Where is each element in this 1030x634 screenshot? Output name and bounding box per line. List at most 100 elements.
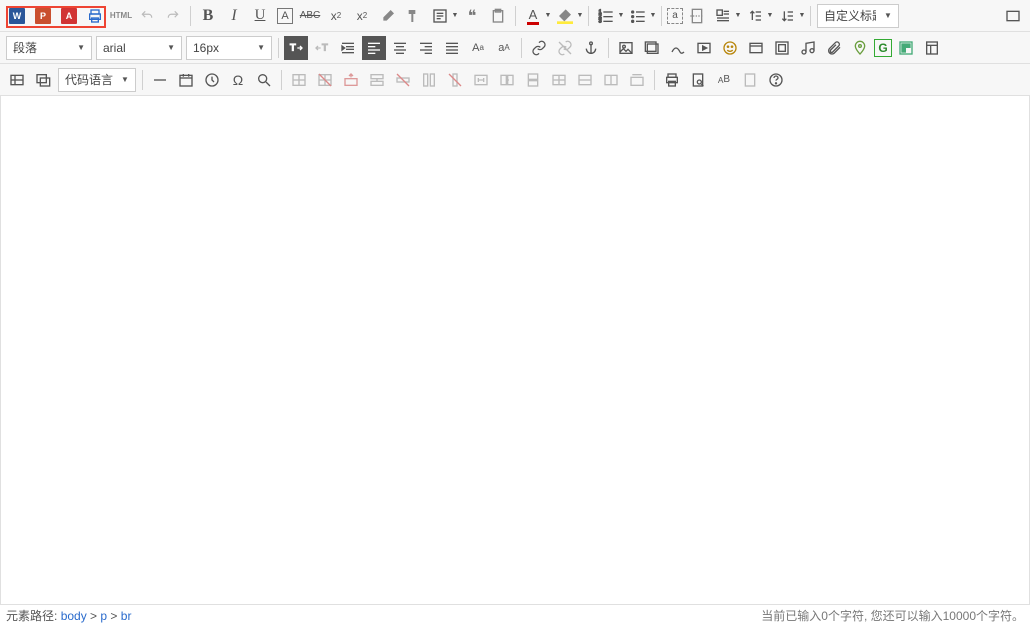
delete-caption-button[interactable] — [625, 68, 649, 92]
date-button[interactable] — [174, 68, 198, 92]
image-float-dropdown[interactable]: ▼ — [734, 12, 742, 19]
italic-button[interactable]: I — [222, 4, 246, 28]
autotypeset-button[interactable] — [428, 4, 452, 28]
insert-frame-button[interactable] — [770, 36, 794, 60]
unordered-list-dropdown[interactable]: ▼ — [649, 12, 657, 19]
to-lowercase-button[interactable]: aA — [492, 36, 516, 60]
undo-button[interactable] — [135, 4, 159, 28]
anchor-button[interactable]: a — [667, 8, 683, 24]
spechars-button[interactable]: Ω — [226, 68, 250, 92]
formatmatch-button[interactable] — [402, 4, 426, 28]
insert-table-button[interactable] — [287, 68, 311, 92]
select-all-button[interactable]: AB — [712, 68, 736, 92]
horizontal-rule-button[interactable] — [148, 68, 172, 92]
row-spacing-top-button[interactable] — [743, 4, 767, 28]
delete-table-button[interactable] — [313, 68, 337, 92]
link-button[interactable] — [527, 36, 551, 60]
forecolor-button[interactable]: A — [521, 4, 545, 28]
separator — [281, 70, 282, 90]
row-spacing-bottom-button[interactable] — [775, 4, 799, 28]
backcolor-dropdown[interactable]: ▼ — [576, 12, 584, 19]
backcolor-button[interactable] — [553, 4, 577, 28]
gmap-button[interactable]: G — [874, 39, 892, 57]
subscript-button[interactable]: x2 — [350, 4, 374, 28]
merge-down-button[interactable] — [521, 68, 545, 92]
source-html-button[interactable]: HTML — [109, 4, 133, 28]
superscript-button[interactable]: x2 — [324, 4, 348, 28]
map-button[interactable] — [848, 36, 872, 60]
separator — [608, 38, 609, 58]
attachment-button[interactable] — [822, 36, 846, 60]
anchor-link-button[interactable] — [579, 36, 603, 60]
insert-code-button[interactable] — [744, 36, 768, 60]
direction-rtl-button[interactable]: T — [310, 36, 334, 60]
drafts-button[interactable] — [738, 68, 762, 92]
autotypeset-dropdown[interactable]: ▼ — [451, 12, 459, 19]
eraser-button[interactable] — [376, 4, 400, 28]
indent-button[interactable] — [336, 36, 360, 60]
scrawl-button[interactable] — [666, 36, 690, 60]
align-justify-button[interactable] — [440, 36, 464, 60]
underline-button[interactable]: U — [248, 4, 272, 28]
strikethrough-button[interactable]: ABC — [298, 4, 322, 28]
template-button[interactable] — [920, 36, 944, 60]
svg-text:T: T — [290, 42, 296, 52]
pagebreak-button[interactable] — [685, 4, 709, 28]
snapscreen-button[interactable] — [5, 68, 29, 92]
forecolor-dropdown[interactable]: ▼ — [544, 12, 552, 19]
print-icon-button[interactable] — [660, 68, 684, 92]
split-rows-button[interactable] — [573, 68, 597, 92]
path-body-link[interactable]: body — [61, 609, 87, 623]
ordered-list-dropdown[interactable]: ▼ — [617, 12, 625, 19]
align-left-button[interactable] — [362, 36, 386, 60]
unlink-button[interactable] — [553, 36, 577, 60]
import-ppt-button[interactable]: P — [31, 4, 55, 28]
searchreplace-button[interactable] — [252, 68, 276, 92]
bold-button[interactable]: B — [196, 4, 220, 28]
import-pdf-button[interactable]: A — [57, 4, 81, 28]
merge-cells-button[interactable] — [469, 68, 493, 92]
redo-button[interactable] — [161, 4, 185, 28]
paragraph-select[interactable]: 段落▼ — [6, 36, 92, 60]
pasteplain-button[interactable] — [486, 4, 510, 28]
insert-paragraph-before-button[interactable] — [339, 68, 363, 92]
align-center-button[interactable] — [388, 36, 412, 60]
music-button[interactable] — [796, 36, 820, 60]
direction-ltr-button[interactable]: T — [284, 36, 308, 60]
custom-title-select[interactable]: 自定义标题▼ — [817, 4, 899, 28]
insert-col-button[interactable] — [417, 68, 441, 92]
delete-col-button[interactable] — [443, 68, 467, 92]
row-spacing-top-dropdown[interactable]: ▼ — [766, 12, 774, 19]
delete-row-button[interactable] — [391, 68, 415, 92]
code-language-select[interactable]: 代码语言▼ — [58, 68, 136, 92]
toolbar-row-1: W P A HTML B I U A ABC x2 x2 ▼ ❝ A ▼ ▼ — [0, 0, 1030, 32]
blockquote-button[interactable]: ❝ — [460, 4, 484, 28]
editor-content-area[interactable] — [0, 96, 1030, 604]
time-button[interactable] — [200, 68, 224, 92]
ordered-list-button[interactable]: 123 — [594, 4, 618, 28]
print-button[interactable] — [83, 4, 107, 28]
emotion-button[interactable] — [718, 36, 742, 60]
webapp-button[interactable] — [894, 36, 918, 60]
split-cols-button[interactable] — [599, 68, 623, 92]
align-right-button[interactable] — [414, 36, 438, 60]
split-cells-button[interactable] — [547, 68, 571, 92]
insert-row-button[interactable] — [365, 68, 389, 92]
row-spacing-bottom-dropdown[interactable]: ▼ — [798, 12, 806, 19]
fontborder-button[interactable]: A — [277, 8, 293, 24]
preview-button[interactable] — [686, 68, 710, 92]
image-float-button[interactable] — [711, 4, 735, 28]
help-button[interactable] — [764, 68, 788, 92]
font-size-select[interactable]: 16px▼ — [186, 36, 272, 60]
insert-video-button[interactable] — [692, 36, 716, 60]
wordimage-button[interactable] — [31, 68, 55, 92]
import-word-button[interactable]: W — [5, 4, 29, 28]
fullscreen-button[interactable] — [1001, 4, 1025, 28]
insert-image-single-button[interactable] — [614, 36, 638, 60]
font-family-select[interactable]: arial▼ — [96, 36, 182, 60]
to-uppercase-button[interactable]: Aa — [466, 36, 490, 60]
unordered-list-button[interactable] — [626, 4, 650, 28]
insert-image-multi-button[interactable] — [640, 36, 664, 60]
path-br-link[interactable]: br — [121, 609, 132, 623]
merge-right-button[interactable] — [495, 68, 519, 92]
